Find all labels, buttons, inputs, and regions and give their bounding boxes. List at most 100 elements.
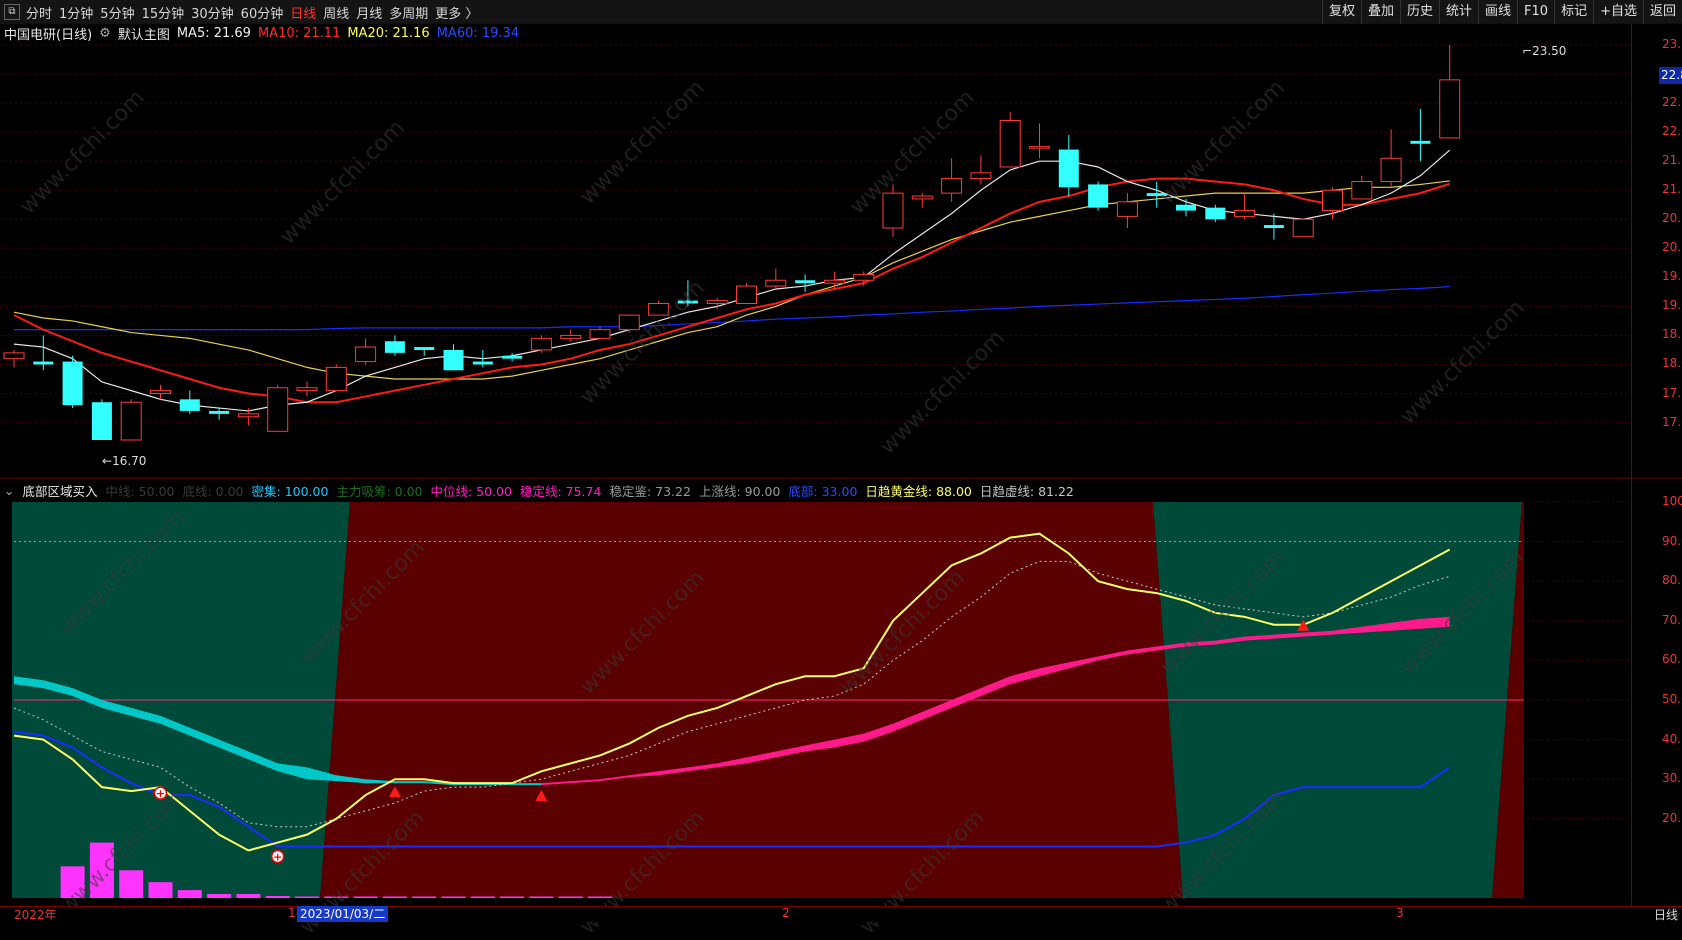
period-tab-0[interactable]: 分时 (26, 3, 52, 22)
toolbar-button-1[interactable]: 叠加 (1360, 0, 1400, 24)
indicator-value-8: 底部: 33.00 (788, 483, 858, 499)
period-tab-3[interactable]: 15分钟 (142, 3, 185, 22)
price-tick-label: 20.50 (1662, 211, 1682, 226)
indicator-tick-label: 50.00 (1662, 692, 1682, 706)
candle-body-down (209, 410, 230, 414)
toolbar-actions: 复权 叠加 历史 统计 画线 F10 标记 +自选 返回 (1321, 0, 1682, 24)
indicator-tick-label: 100.00 (1662, 494, 1682, 508)
candle-body-up (1322, 189, 1343, 212)
buy-signal-plus: + (273, 850, 282, 863)
indicator-tick-label: 80.00 (1662, 573, 1682, 588)
indicator-value-5: 稳定线: 75.74 (519, 483, 602, 499)
candle-body-down (502, 355, 523, 359)
period-tab-1[interactable]: 1分钟 (59, 3, 93, 22)
candle-body-up (706, 300, 728, 304)
cursor-date: 2023/01/03/二 (297, 906, 389, 922)
price-tick-label: 17.50 (1662, 385, 1682, 400)
period-indicator[interactable]: 日线 (1654, 906, 1678, 923)
period-toolbar: ⧉ 分时 1分钟 5分钟 15分钟 30分钟 60分钟 日线 周线 月线 多周期 更多 〉 复权 叠加… (0, 0, 1682, 24)
toolbar-button-7[interactable]: +自选 (1593, 0, 1643, 24)
price-tick-label: 19.50 (1662, 269, 1682, 284)
settings-icon[interactable]: ⚙ (99, 26, 111, 41)
candle-body-down (91, 402, 112, 440)
indicator-tick-label: 30.00 (1662, 771, 1682, 786)
ma5-label: MA5: 21.69 (176, 25, 251, 41)
window-icon[interactable]: ⧉ (4, 4, 20, 20)
indicator-tick-label: 90.00 (1662, 533, 1682, 548)
period-tab-5[interactable]: 60分钟 (241, 3, 284, 22)
candle-body-up (296, 387, 318, 392)
chart-canvas[interactable]: ++ (0, 0, 1682, 922)
price-tick-label: 17.00 (1662, 414, 1682, 429)
accumulation-bar (324, 896, 349, 898)
indicator-legend: ⌄ 底部区域买入 中线: 50.00 底线: 0.00 密集: 100.00 主力吸筹… (4, 481, 1082, 499)
period-tab-9[interactable]: 多周期 (389, 3, 428, 22)
candle-body-up (1234, 210, 1256, 217)
candle-body-up (589, 329, 611, 339)
ma60-line (14, 286, 1450, 331)
period-tab-2[interactable]: 5分钟 (100, 3, 134, 22)
period-tab-6[interactable]: 日线 (290, 3, 316, 22)
price-tick-label: 22.00 (1662, 124, 1682, 139)
toolbar-button-6[interactable]: 标记 (1554, 0, 1593, 24)
month-label-2: 2 (782, 906, 790, 920)
indicator-value-10: 日趋虚线: 81.22 (979, 483, 1074, 499)
indicator-tick-label: 70.00 (1662, 612, 1682, 627)
accumulation-bar (295, 896, 319, 898)
candle-body-down (472, 361, 493, 365)
accumulation-bar (207, 894, 232, 898)
toolbar-button-2[interactable]: 历史 (1399, 0, 1439, 24)
indicator-value-6: 稳定鉴: 73.22 (609, 483, 691, 499)
period-tab-7[interactable]: 周线 (323, 3, 349, 22)
toolbar-button-4[interactable]: 画线 (1478, 0, 1517, 24)
indicator-value-0: 中线: 50.00 (105, 483, 175, 499)
candle-body-down (414, 347, 435, 350)
candle-body-down (677, 300, 698, 304)
indicator-value-3: 主力吸筹: 0.00 (336, 483, 423, 499)
accumulation-bar (470, 896, 495, 898)
candle-body-down (1058, 149, 1079, 188)
candle-body-up (736, 285, 757, 304)
time-axis[interactable] (0, 906, 1682, 922)
price-tick-label: 21.00 (1662, 182, 1682, 197)
low-price-label: ←16.70 (102, 454, 147, 468)
year-label: 2022年 (14, 908, 57, 922)
price-tick-label: 21.50 (1662, 153, 1682, 168)
indicator-value-4: 中位线: 50.00 (430, 483, 512, 499)
candle-body-up (355, 346, 377, 363)
candle-body-up (325, 366, 347, 392)
toolbar-button-5[interactable]: F10 (1517, 0, 1554, 24)
indicator-value-7: 上涨线: 90.00 (698, 483, 781, 499)
main-chart-legend: 中国电研(日线) ⚙ 默认主图 MA5: 21.69 MA10: 21.11 M… (4, 24, 526, 43)
candle-body-down (1176, 204, 1196, 211)
candle-body-up (1029, 146, 1050, 149)
accumulation-bar (119, 870, 144, 898)
accumulation-bar (412, 896, 437, 898)
candle-body-down (1205, 207, 1226, 220)
stock-title[interactable]: 中国电研(日线) (4, 24, 92, 43)
accumulation-bar (500, 896, 525, 898)
candle-body-down (62, 361, 83, 406)
accumulation-bar (89, 842, 114, 898)
period-tab-4[interactable]: 30分钟 (191, 3, 234, 22)
template-name[interactable]: 默认主图 (118, 24, 170, 43)
candle-body-down (179, 399, 200, 411)
indicator-value-1: 底线: 0.00 (182, 483, 244, 499)
accumulation-bar (558, 896, 583, 898)
candle-body-up (237, 413, 259, 418)
toolbar-button-3[interactable]: 统计 (1439, 0, 1478, 24)
period-tab-8[interactable]: 月线 (356, 3, 382, 22)
toolbar-button-0[interactable]: 复权 (1321, 0, 1361, 24)
candle-body-up (911, 195, 933, 200)
accumulation-bar (60, 866, 85, 898)
accumulation-bar (588, 896, 612, 898)
collapse-icon[interactable]: ⌄ (4, 483, 14, 498)
month-label-1: 1 (288, 906, 296, 920)
toolbar-button-8[interactable]: 返回 (1642, 0, 1682, 24)
indicator-name[interactable]: 底部区域买入 (22, 481, 97, 500)
candle-body-down (795, 280, 816, 284)
candle-body-down (1263, 225, 1284, 228)
period-tab-10[interactable]: 更多 〉 (435, 3, 478, 22)
current-price-tag: 22.88 (1659, 67, 1682, 84)
candle-body-down (1146, 193, 1167, 197)
